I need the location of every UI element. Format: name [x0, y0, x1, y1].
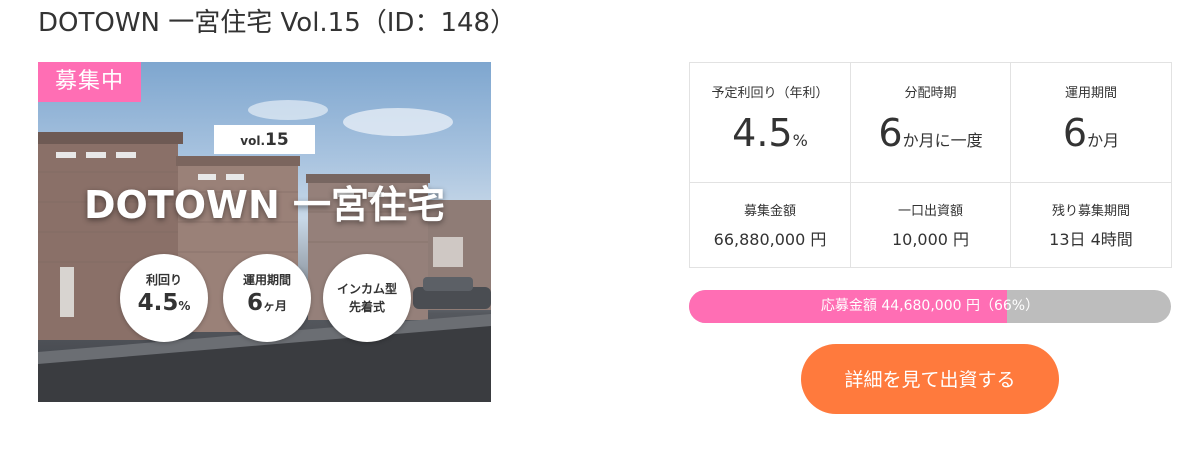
distribution-value-wrap: 6か月に一度: [851, 111, 1010, 163]
period-circle-value-wrap: 6ヶ月: [223, 288, 311, 321]
investment-info-grid: 予定利回り（年利） 4.5% 分配時期 6か月に一度 運用期間 6か月 募集金額…: [689, 62, 1172, 268]
invest-details-button[interactable]: 詳細を見て出資する: [801, 344, 1059, 414]
operation-period-cell: 運用期間 6か月: [1011, 63, 1172, 183]
type-circle-line1: インカム型: [336, 282, 397, 296]
period-circle-label: 運用期間: [242, 273, 291, 287]
remaining-period-cell: 残り募集期間 13日 4時間: [1011, 183, 1172, 268]
property-photo-illustration: [38, 100, 491, 402]
raise-amount-value: 66,880,000 円: [713, 230, 827, 249]
expected-yield-label: 予定利回り（年利）: [711, 86, 829, 101]
operation-period-label: 運用期間: [1064, 86, 1117, 101]
volume-label: vol.15: [214, 125, 315, 154]
funding-progress-text: 応募金額 44,680,000 円（66%）: [820, 298, 1040, 314]
raise-amount-cell: 募集金額 66,880,000 円: [690, 183, 851, 268]
raise-amount-label: 募集金額: [743, 204, 796, 219]
remaining-period-label: 残り募集期間: [1051, 204, 1130, 219]
period-circle: 運用期間 6ヶ月: [223, 254, 311, 342]
distribution-label: 分配時期: [904, 86, 957, 101]
unit-investment-cell: 一口出資額 10,000 円: [851, 183, 1011, 268]
expected-yield-value: 4.5: [732, 111, 793, 155]
unit-investment-value: 10,000 円: [891, 230, 970, 249]
expected-yield-value-wrap: 4.5%: [690, 111, 850, 163]
hero-title: DOTOWN 一宮住宅: [83, 183, 446, 227]
yield-circle-label: 利回り: [145, 273, 182, 287]
funding-progress-bar: 応募金額 44,680,000 円（66%）: [689, 290, 1171, 323]
type-circle: インカム型 先着式: [323, 254, 411, 342]
operation-period-value: 6: [1062, 111, 1088, 155]
distribution-unit: か月に一度: [902, 131, 983, 150]
period-circle-unit: ヶ月: [263, 299, 288, 313]
operation-period-unit: か月: [1087, 131, 1120, 150]
distribution-cell: 分配時期 6か月に一度: [851, 63, 1011, 183]
yield-circle-unit: %: [178, 299, 191, 313]
property-hero-image[interactable]: 募集中 vol.15 DOTOWN 一宮住宅 利回り 4.5% 運用期間 6ヶ月…: [38, 62, 491, 402]
info-row-primary: 予定利回り（年利） 4.5% 分配時期 6か月に一度 運用期間 6か月: [690, 63, 1172, 183]
expected-yield-unit: %: [792, 131, 808, 150]
yield-circle: 利回り 4.5%: [120, 254, 208, 342]
volume-prefix: vol.: [240, 134, 266, 148]
operation-period-value-wrap: 6か月: [1011, 111, 1171, 163]
page-title: DOTOWN 一宮住宅 Vol.15（ID：148）: [38, 8, 517, 38]
info-row-secondary: 募集金額 66,880,000 円 一口出資額 10,000 円 残り募集期間 …: [690, 183, 1172, 268]
yield-circle-value: 4.5: [137, 290, 179, 316]
type-circle-line2: 先着式: [348, 300, 385, 314]
status-badge: 募集中: [38, 62, 141, 102]
remaining-period-value: 13日 4時間: [1049, 230, 1133, 249]
period-circle-value: 6: [246, 290, 263, 316]
distribution-value: 6: [878, 111, 903, 155]
expected-yield-cell: 予定利回り（年利） 4.5%: [690, 63, 851, 183]
unit-investment-label: 一口出資額: [897, 204, 963, 219]
type-circle-text: インカム型 先着式: [323, 280, 411, 316]
volume-number: 15: [265, 130, 289, 150]
yield-circle-value-wrap: 4.5%: [120, 288, 208, 321]
